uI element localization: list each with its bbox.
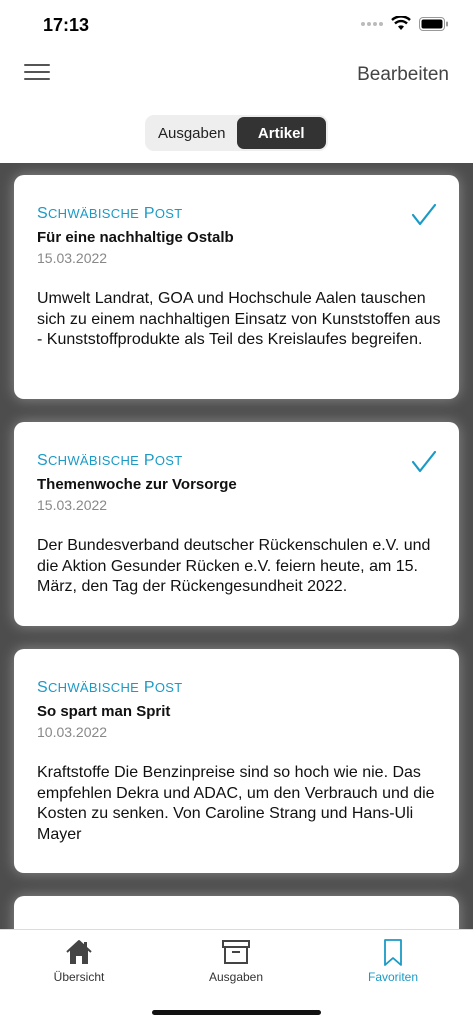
tab-bar: Übersicht Ausgaben Favoriten (0, 929, 473, 1024)
tab-ausgaben[interactable]: Ausgaben (171, 930, 301, 1000)
segment-ausgaben[interactable]: Ausgaben (147, 117, 237, 149)
article-text: Kraftstoffe Die Benzinpreise sind so hoc… (37, 764, 435, 843)
tab-label: Favoriten (367, 970, 419, 984)
archive-box-icon (222, 940, 250, 964)
article-source: SCHWÄBISCHE POST (37, 452, 183, 469)
tab-uebersicht[interactable]: Übersicht (14, 930, 144, 1000)
segment-artikel[interactable]: Artikel (236, 117, 326, 149)
checkmark-icon[interactable] (411, 203, 437, 227)
checkmark-icon[interactable] (411, 450, 437, 474)
nav-bar: Bearbeiten (0, 52, 473, 100)
home-indicator (152, 1010, 321, 1015)
article-source: SCHWÄBISCHE POST (37, 679, 183, 696)
tab-label: Ausgaben (208, 970, 264, 984)
article-text: Der Bundesverband deutscher Rückenschule… (37, 537, 431, 595)
hamburger-menu-icon[interactable] (24, 62, 52, 84)
article-date: 10.03.2022 (37, 724, 108, 740)
home-icon (66, 940, 92, 964)
article-card[interactable]: SCHWÄBISCHE POST So spart man Sprit 10.0… (14, 649, 459, 873)
article-date: 15.03.2022 (37, 497, 108, 513)
article-card[interactable]: SCHWÄBISCHE POST Für eine nachhaltige Os… (14, 175, 459, 399)
wifi-icon (391, 16, 411, 30)
status-icons (361, 16, 449, 31)
article-date: 15.03.2022 (37, 250, 108, 266)
article-text: Umwelt Landrat, GOA und Hochschule Aalen… (37, 290, 441, 348)
article-title: Für eine nachhaltige Ostalb (37, 229, 234, 246)
article-list[interactable]: SCHWÄBISCHE POST Für eine nachhaltige Os… (0, 163, 473, 929)
article-source: SCHWÄBISCHE POST (37, 205, 183, 222)
edit-button[interactable]: Bearbeiten (357, 64, 449, 86)
status-bar: 17:13 (0, 0, 473, 52)
tab-favoriten[interactable]: Favoriten (328, 930, 458, 1000)
article-title: Themenwoche zur Vorsorge (37, 476, 237, 493)
article-title: So spart man Sprit (37, 703, 171, 720)
article-card[interactable]: SCHWÄBISCHE POST Themenwoche zur Vorsorg… (14, 422, 459, 626)
battery-icon (419, 16, 448, 31)
bookmark-icon (384, 939, 402, 966)
segmented-control: Ausgaben Artikel (145, 115, 328, 151)
signal-icon (361, 21, 383, 26)
tab-label: Übersicht (53, 970, 105, 984)
status-time: 17:13 (43, 15, 90, 35)
article-card[interactable] (14, 896, 459, 929)
